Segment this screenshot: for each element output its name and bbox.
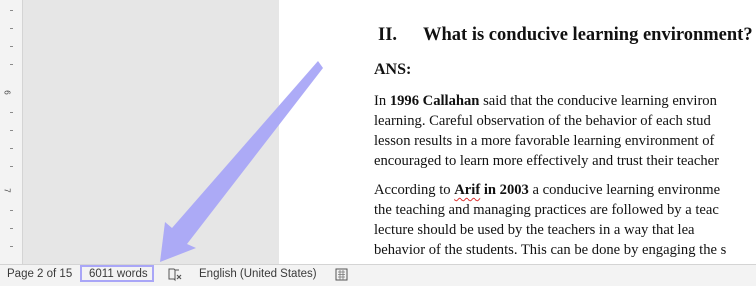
annotation-arrow [160,61,323,262]
